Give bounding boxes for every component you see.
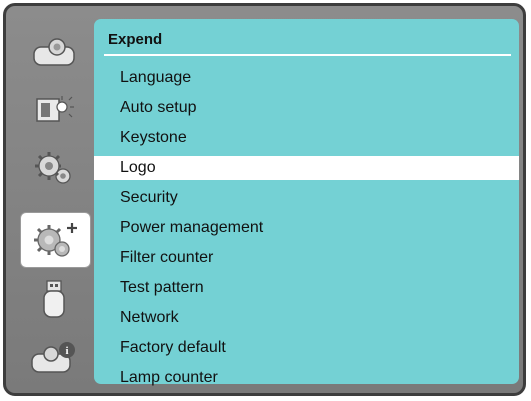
menu-list: Language Auto setup Keystone Logo Securi… [94,63,519,393]
menu-item-filter-counter[interactable]: Filter counter [94,243,519,273]
title-divider [104,54,511,56]
menu-item-logo[interactable]: Logo [94,156,519,180]
menu-item-factory-default[interactable]: Factory default [94,333,519,363]
menu-item-power-management[interactable]: Power management [94,213,519,243]
usb-memory-icon [43,280,65,318]
sidebar-item-usb[interactable] [23,274,85,326]
menu-item-lamp-counter[interactable]: Lamp counter [94,363,519,393]
expend-menu-panel: Expend Language Auto setup Keystone Logo… [94,19,519,386]
menu-item-keystone[interactable]: Keystone [94,123,519,153]
category-sidebar: i [6,6,94,393]
sidebar-item-info[interactable]: i [23,332,85,384]
menu-item-network[interactable]: Network [94,303,519,333]
menu-item-language[interactable]: Language [94,63,519,93]
menu-item-security[interactable]: Security [94,183,519,213]
sidebar-item-setting[interactable] [23,142,85,194]
menu-title: Expend [108,31,163,48]
projector-info-icon: i [31,342,75,373]
menu-item-auto-setup[interactable]: Auto setup [94,93,519,123]
gear-plus-icon [33,223,77,257]
osd-menu-window: i Expend Language Auto setup Keystone Lo… [3,3,526,396]
sidebar-item-image[interactable] [23,84,85,136]
sidebar-item-projector[interactable] [23,26,85,78]
gear-icon [35,152,71,184]
sidebar-item-expend[interactable] [20,212,91,268]
screen-light-icon [36,96,74,122]
svg-text:i: i [65,345,68,357]
projector-icon [33,38,75,66]
menu-item-test-pattern[interactable]: Test pattern [94,273,519,303]
